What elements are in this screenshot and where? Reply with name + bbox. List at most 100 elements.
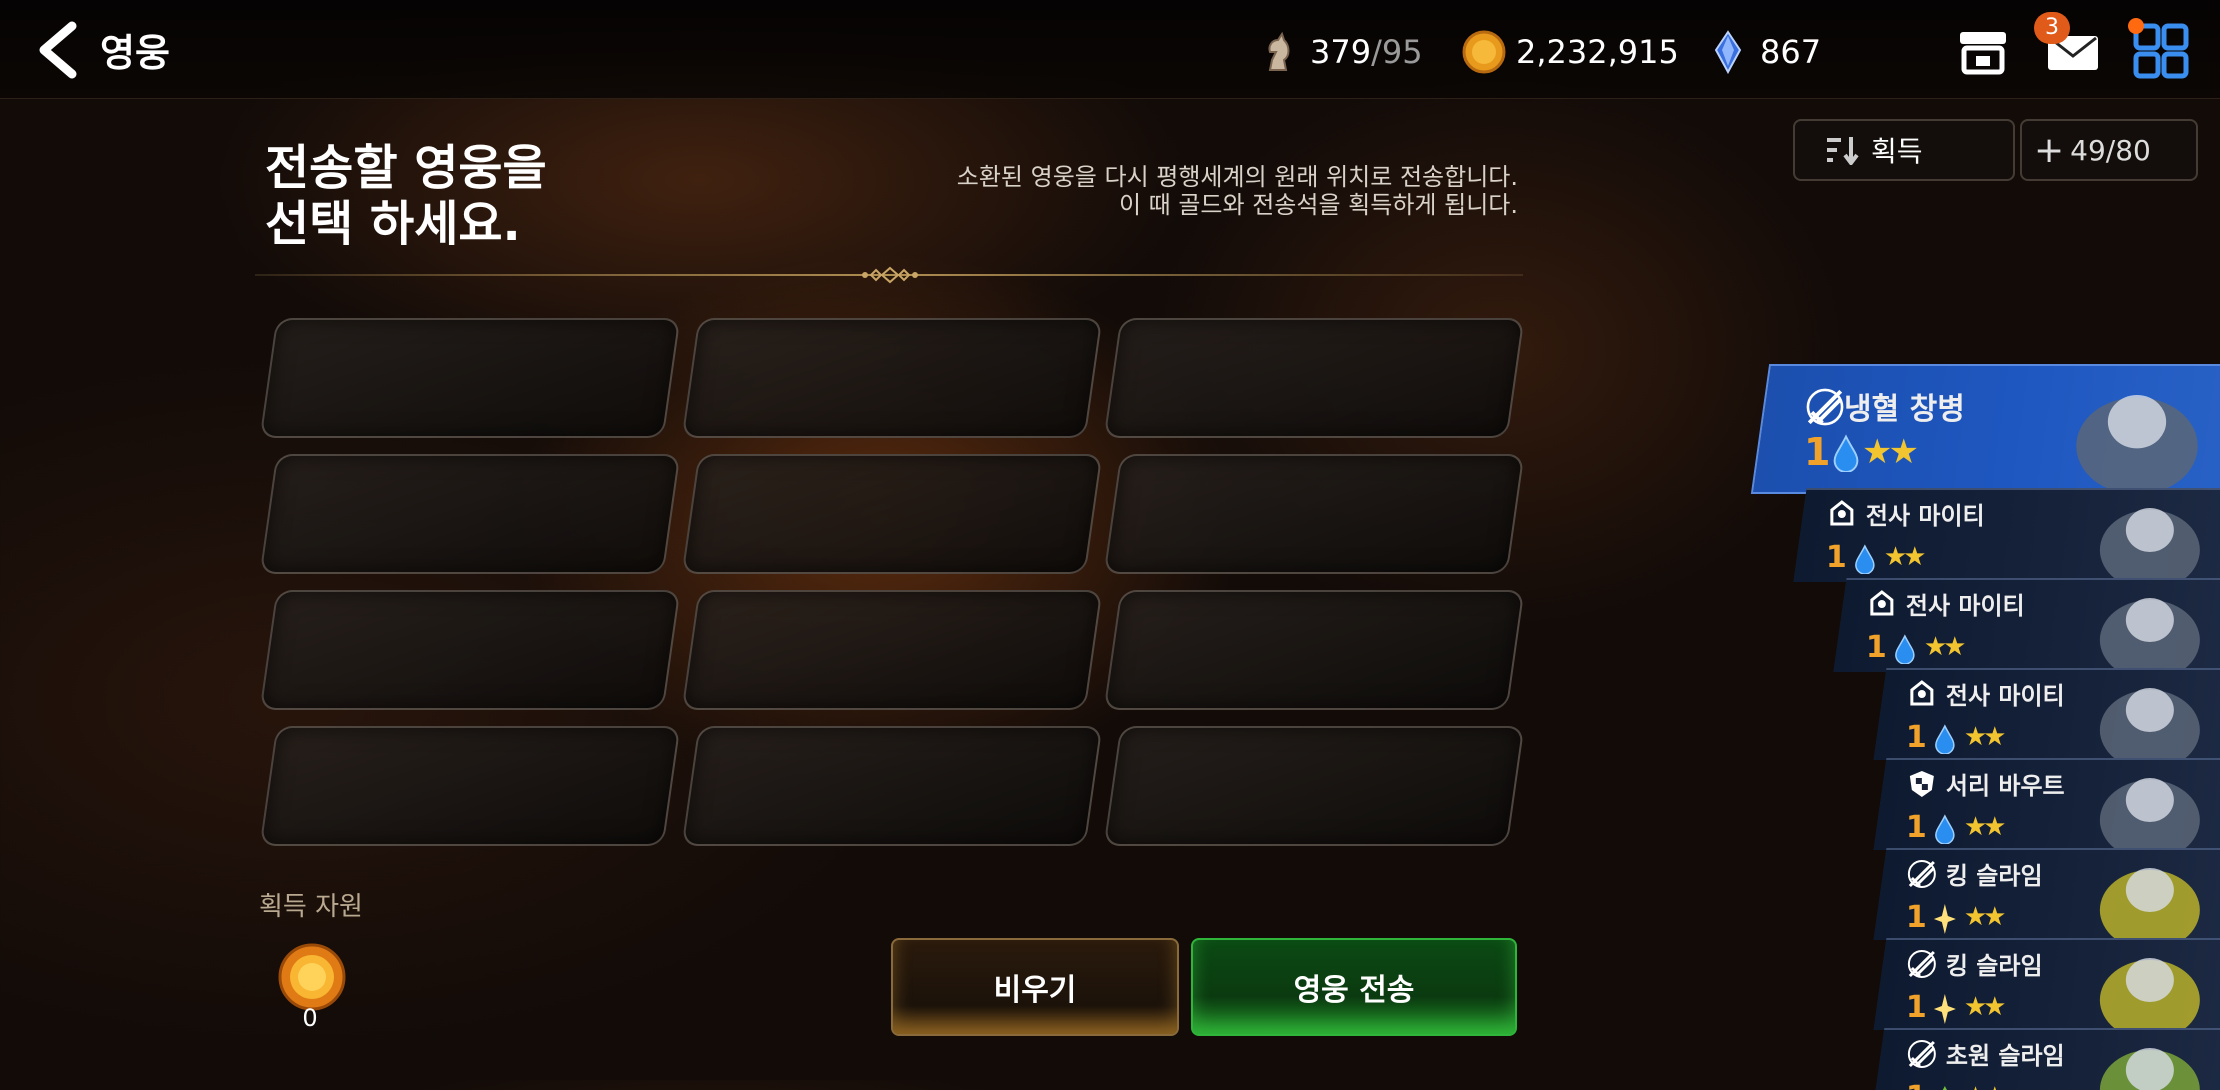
hero-name: 킹 슬라임 bbox=[1945, 952, 2043, 980]
hero-slot[interactable] bbox=[681, 590, 1103, 710]
hero-slot[interactable] bbox=[1103, 590, 1525, 710]
heading-line-1: 전송할 영웅을 bbox=[265, 140, 547, 196]
sort-icon bbox=[1827, 137, 1859, 165]
hero-slot[interactable] bbox=[1103, 318, 1525, 438]
description: 소환된 영웅을 다시 평행세계의 원래 위치로 전송합니다. 이 때 골드와 전… bbox=[850, 163, 1518, 219]
light-element-icon bbox=[1933, 904, 1956, 934]
hero-name: 전사 마이티 bbox=[1905, 592, 2025, 620]
stamina-value: 379 bbox=[1310, 33, 1372, 71]
back-arrow-icon[interactable] bbox=[30, 20, 90, 80]
water-element-icon bbox=[1935, 724, 1955, 754]
warrior-icon bbox=[1870, 590, 1894, 616]
hero-slot[interactable] bbox=[259, 318, 681, 438]
knight-icon bbox=[1909, 771, 1934, 797]
hero-card[interactable]: 킹 슬라임 1 ★★ bbox=[1873, 938, 2220, 1030]
gained-resources-label: 획득 자원 bbox=[259, 892, 363, 922]
stamina-max: /95 bbox=[1371, 33, 1423, 71]
hero-slot[interactable] bbox=[681, 454, 1103, 574]
heading-line-2: 선택 하세요. bbox=[265, 196, 521, 252]
hero-stars: ★★ bbox=[1963, 722, 2003, 752]
gold-coin-icon bbox=[1462, 30, 1506, 74]
clear-button[interactable]: 비우기 bbox=[891, 938, 1179, 1036]
plus-icon: + bbox=[2034, 129, 2065, 171]
light-element-icon bbox=[1933, 994, 1956, 1024]
gold-counter: 2,232,915 bbox=[1462, 30, 1679, 74]
divider-ornament bbox=[862, 266, 918, 284]
lancer-icon bbox=[1806, 388, 1844, 426]
hero-slot[interactable] bbox=[1103, 726, 1525, 846]
hero-slot[interactable] bbox=[259, 590, 681, 710]
top-bar bbox=[0, 0, 2220, 99]
shop-icon[interactable] bbox=[1954, 22, 2012, 80]
horse-icon bbox=[1268, 31, 1290, 71]
hero-portrait bbox=[2099, 778, 2200, 850]
hero-card[interactable]: 전사 마이티 1 ★★ bbox=[1793, 488, 2220, 582]
hero-portrait bbox=[2099, 598, 2200, 672]
lancer-icon bbox=[1907, 860, 1936, 888]
stamina-counter: 379/95 bbox=[1256, 30, 1423, 74]
hero-level: 1 bbox=[1905, 900, 1927, 935]
sort-button[interactable]: 획득 bbox=[1793, 119, 2015, 181]
hero-stars: ★★ bbox=[1923, 632, 1963, 662]
hero-slot[interactable] bbox=[681, 318, 1103, 438]
description-line-2: 이 때 골드와 전송석을 획득하게 됩니다. bbox=[1118, 191, 1518, 219]
send-hero-button[interactable]: 영웅 전송 bbox=[1191, 938, 1517, 1036]
hero-name: 서리 바우트 bbox=[1945, 772, 2065, 800]
mail-badge: 3 bbox=[2034, 12, 2070, 44]
crystal-value: 867 bbox=[1760, 33, 1822, 71]
hero-card[interactable]: 초원 슬라임 1 ★★ bbox=[1875, 1028, 2220, 1090]
page-heading: 전송할 영웅을 선택 하세요. bbox=[265, 140, 665, 252]
hero-name: 전사 마이티 bbox=[1865, 502, 1985, 530]
hero-stars: ★★ bbox=[1963, 812, 2003, 842]
sort-label: 획득 bbox=[1871, 135, 1923, 168]
hero-level: 1 bbox=[1825, 540, 1847, 575]
description-line-1: 소환된 영웅을 다시 평행세계의 원래 위치로 전송합니다. bbox=[956, 163, 1518, 191]
hero-card[interactable]: 전사 마이티 1 ★★ bbox=[1833, 578, 2220, 672]
hero-stars: ★★ bbox=[1883, 542, 1923, 572]
hero-portrait bbox=[2099, 1048, 2200, 1090]
hero-slot[interactable] bbox=[259, 454, 681, 574]
hero-stars: ★★ bbox=[1964, 1082, 2003, 1090]
warrior-icon bbox=[1830, 500, 1854, 526]
water-element-icon bbox=[1833, 434, 1859, 472]
hero-portrait bbox=[2076, 395, 2198, 492]
hero-portrait bbox=[2099, 958, 2200, 1030]
hero-portrait bbox=[2099, 868, 2200, 940]
hero-card[interactable]: 서리 바우트 1 ★★ bbox=[1873, 758, 2220, 850]
earth-element-icon bbox=[1935, 1086, 1954, 1090]
hero-level: 1 bbox=[1804, 430, 1831, 474]
hero-slot[interactable] bbox=[259, 726, 681, 846]
hero-level: 1 bbox=[1905, 810, 1927, 845]
hero-name: 전사 마이티 bbox=[1945, 682, 2065, 710]
warrior-icon bbox=[1910, 680, 1934, 706]
hero-level: 1 bbox=[1865, 630, 1887, 665]
hero-slot[interactable] bbox=[681, 726, 1103, 846]
water-element-icon bbox=[1855, 544, 1875, 574]
crystal-icon bbox=[1714, 30, 1742, 74]
lancer-icon bbox=[1907, 950, 1936, 978]
hero-capacity: 49/80 bbox=[2070, 133, 2151, 167]
water-element-icon bbox=[1935, 814, 1955, 844]
page-title: 영웅 bbox=[100, 31, 170, 75]
hero-card[interactable]: 전사 마이티 1 ★★ bbox=[1873, 668, 2220, 760]
menu-notification-dot bbox=[2128, 18, 2144, 34]
gold-value: 2,232,915 bbox=[1516, 33, 1679, 71]
hero-slot[interactable] bbox=[1103, 454, 1525, 574]
gold-coin-icon bbox=[278, 943, 346, 1011]
hero-name: 냉혈 창병 bbox=[1844, 392, 1965, 427]
hero-card-selected[interactable]: 냉혈 창병 1 ★★ bbox=[1750, 364, 2220, 494]
hero-stars: ★★ bbox=[1963, 902, 2003, 932]
hero-level: 1 bbox=[1905, 720, 1927, 755]
crystal-counter: 867 bbox=[1706, 30, 1821, 74]
hero-card[interactable]: 킹 슬라임 1 ★★ bbox=[1873, 848, 2220, 940]
hero-level: 1 bbox=[1906, 1080, 1927, 1090]
hero-stars: ★★ bbox=[1963, 992, 2003, 1022]
expand-capacity-button[interactable]: + 49/80 bbox=[2020, 119, 2198, 181]
gained-gold-count: 0 bbox=[302, 1004, 318, 1032]
water-element-icon bbox=[1895, 634, 1915, 664]
hero-level: 1 bbox=[1905, 990, 1927, 1025]
hero-name: 킹 슬라임 bbox=[1945, 862, 2043, 890]
lancer-icon bbox=[1907, 1040, 1936, 1068]
hero-name: 초원 슬라임 bbox=[1945, 1042, 2065, 1070]
hero-portrait bbox=[2099, 508, 2200, 582]
